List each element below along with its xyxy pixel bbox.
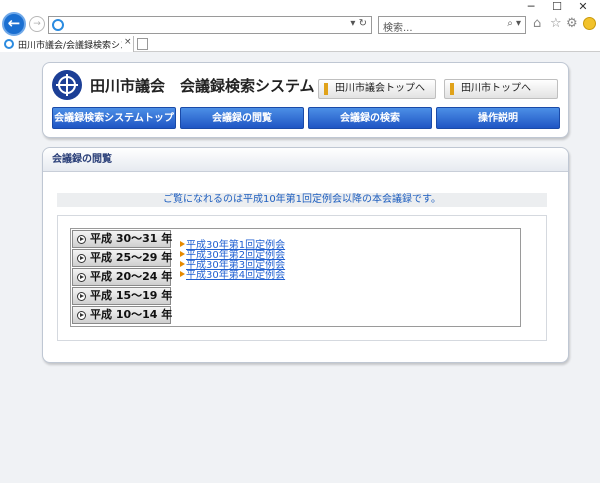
year-range-h10-14[interactable]: 平成 10～14 年 bbox=[72, 306, 172, 324]
minimize-button[interactable]: ─ bbox=[520, 0, 542, 14]
year-range-h25-29[interactable]: 平成 25～29 年 bbox=[72, 249, 172, 267]
year-range-h20-24[interactable]: 平成 20～24 年 bbox=[72, 268, 172, 286]
arrow-circle-icon bbox=[77, 292, 86, 301]
address-bar-row: ← → ▾ ↻ 検索... ⌕ ▾ ⌂ ☆ ⚙ bbox=[0, 12, 600, 36]
menu-help[interactable]: 操作説明 bbox=[436, 107, 560, 129]
link-bar-icon bbox=[324, 83, 328, 95]
year-range-list: 平成 30～31 年 平成 25～29 年 平成 20～24 年 平成 15～1… bbox=[71, 229, 172, 326]
forward-button[interactable]: → bbox=[29, 16, 45, 32]
search-icon[interactable]: ⌕ ▾ bbox=[507, 18, 521, 29]
new-tab-button[interactable] bbox=[137, 38, 148, 50]
city-top-link[interactable]: 田川市トップへ bbox=[444, 79, 558, 99]
address-field[interactable]: ▾ ↻ bbox=[48, 16, 372, 34]
home-icon[interactable]: ⌂ bbox=[533, 17, 541, 31]
browser-tab[interactable]: 田川市議会/会議録検索シス... × bbox=[0, 36, 134, 52]
browse-section: 会議録の閲覧 ご覧になれるのは平成10年第1回定例会以降の本会議録です。 平成 … bbox=[42, 147, 569, 363]
records-frame: 平成 30～31 年 平成 25～29 年 平成 20～24 年 平成 15～1… bbox=[57, 215, 547, 341]
tab-close-icon[interactable]: × bbox=[124, 37, 132, 47]
orange-triangle-icon bbox=[180, 241, 185, 247]
menu-system-top[interactable]: 会議録検索システムトップ bbox=[52, 107, 176, 129]
site-header: 田川市議会 会議録検索システム 田川市議会トップへ 田川市トップへ 会議録検索シ… bbox=[42, 62, 569, 138]
site-title: 田川市議会 会議録検索システム bbox=[90, 77, 315, 95]
tab-title: 田川市議会/会議録検索シス... bbox=[18, 41, 122, 51]
records-table: 平成 30～31 年 平成 25～29 年 平成 20～24 年 平成 15～1… bbox=[70, 228, 521, 327]
page-viewport: 田川市議会 会議録検索システム 田川市議会トップへ 田川市トップへ 会議録検索シ… bbox=[0, 52, 600, 483]
close-window-button[interactable]: ✕ bbox=[572, 0, 594, 14]
session-list: 平成30年第1回定例会 平成30年第2回定例会 平成30年第3回定例会 平成30… bbox=[180, 241, 285, 281]
maximize-button[interactable]: ☐ bbox=[546, 0, 568, 14]
link-bar-icon bbox=[450, 83, 454, 95]
council-top-link[interactable]: 田川市議会トップへ bbox=[318, 79, 436, 99]
search-input[interactable]: 検索... ⌕ ▾ bbox=[378, 16, 526, 34]
orange-triangle-icon bbox=[180, 271, 185, 277]
address-tools[interactable]: ▾ ↻ bbox=[350, 18, 367, 29]
menu-search-records[interactable]: 会議録の検索 bbox=[308, 107, 432, 129]
city-emblem-logo bbox=[52, 70, 82, 100]
ie-tab-icon bbox=[4, 39, 14, 49]
year-range-h15-19[interactable]: 平成 15～19 年 bbox=[72, 287, 172, 305]
window-titlebar: ─ ☐ ✕ bbox=[0, 0, 600, 14]
arrow-circle-icon bbox=[77, 254, 86, 263]
arrow-circle-icon bbox=[77, 273, 86, 282]
arrow-circle-icon bbox=[77, 235, 86, 244]
orange-triangle-icon bbox=[180, 251, 185, 257]
session-link-4[interactable]: 平成30年第4回定例会 bbox=[180, 271, 285, 281]
gear-icon[interactable]: ⚙ bbox=[566, 17, 578, 31]
availability-notice: ご覧になれるのは平成10年第1回定例会以降の本会議録です。 bbox=[57, 193, 547, 207]
section-title: 会議録の閲覧 bbox=[43, 148, 568, 172]
tab-strip: 田川市議会/会議録検索シス... × bbox=[0, 36, 600, 52]
orange-triangle-icon bbox=[180, 261, 185, 267]
menu-browse-records[interactable]: 会議録の閲覧 bbox=[180, 107, 304, 129]
year-range-h30-31[interactable]: 平成 30～31 年 bbox=[72, 230, 172, 248]
ie-logo-icon bbox=[52, 19, 64, 31]
favorites-star-icon[interactable]: ☆ bbox=[550, 17, 562, 31]
arrow-circle-icon bbox=[77, 311, 86, 320]
feedback-smiley-icon[interactable] bbox=[583, 17, 596, 30]
main-menu: 会議録検索システムトップ 会議録の閲覧 会議録の検索 操作説明 bbox=[52, 107, 560, 129]
back-button[interactable]: ← bbox=[2, 12, 26, 36]
search-placeholder: 検索... bbox=[383, 23, 413, 34]
